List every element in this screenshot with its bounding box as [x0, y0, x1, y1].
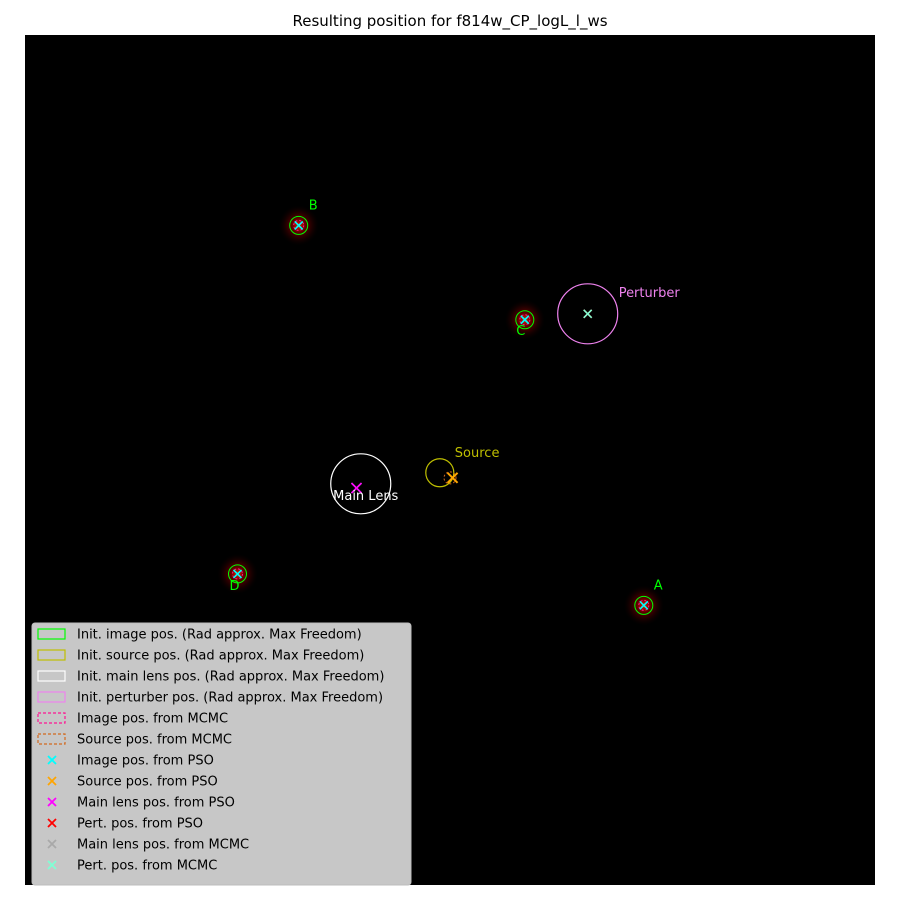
legend: Init. image pos. (Rad approx. Max Freedo…	[31, 622, 412, 886]
image-label-c: C	[516, 324, 525, 339]
legend-entry: Init. source pos. (Rad approx. Max Freed…	[37, 649, 364, 664]
plot-svg: A B C D Source Main Lens Perturber Init. image…	[25, 35, 875, 886]
legend-label: Init. perturber pos. (Rad approx. Max Fr…	[77, 691, 383, 706]
legend-entry: Main lens pos. from PSO	[47, 796, 235, 811]
legend-label: Image pos. from PSO	[77, 754, 214, 769]
legend-label: Main lens pos. from MCMC	[77, 838, 249, 853]
legend-label: Pert. pos. from PSO	[77, 817, 203, 832]
source-label: Source	[455, 446, 500, 461]
main-lens-label: Main Lens	[333, 489, 398, 504]
legend-entry: Init. perturber pos. (Rad approx. Max Fr…	[37, 691, 383, 706]
perturber-label: Perturber	[619, 286, 681, 301]
legend-entry: Main lens pos. from MCMC	[47, 838, 249, 853]
legend-label: Pert. pos. from MCMC	[77, 859, 217, 874]
image-label-a: A	[654, 578, 663, 593]
legend-label: Main lens pos. from PSO	[77, 796, 235, 811]
legend-entry: Init. main lens pos. (Rad approx. Max Fr…	[37, 670, 384, 685]
image-label-d: D	[229, 579, 239, 594]
image-label-b: B	[309, 198, 318, 213]
legend-label: Image pos. from MCMC	[77, 712, 228, 727]
legend-label: Init. image pos. (Rad approx. Max Freedo…	[77, 628, 362, 643]
legend-entry: Init. image pos. (Rad approx. Max Freedo…	[37, 628, 362, 643]
legend-label: Init. source pos. (Rad approx. Max Freed…	[77, 649, 364, 664]
legend-label: Init. main lens pos. (Rad approx. Max Fr…	[77, 670, 384, 685]
legend-label: Source pos. from MCMC	[77, 733, 232, 748]
legend-label: Source pos. from PSO	[77, 775, 218, 790]
figure: Resulting position for f814w_CP_logL_l_w…	[0, 0, 900, 900]
